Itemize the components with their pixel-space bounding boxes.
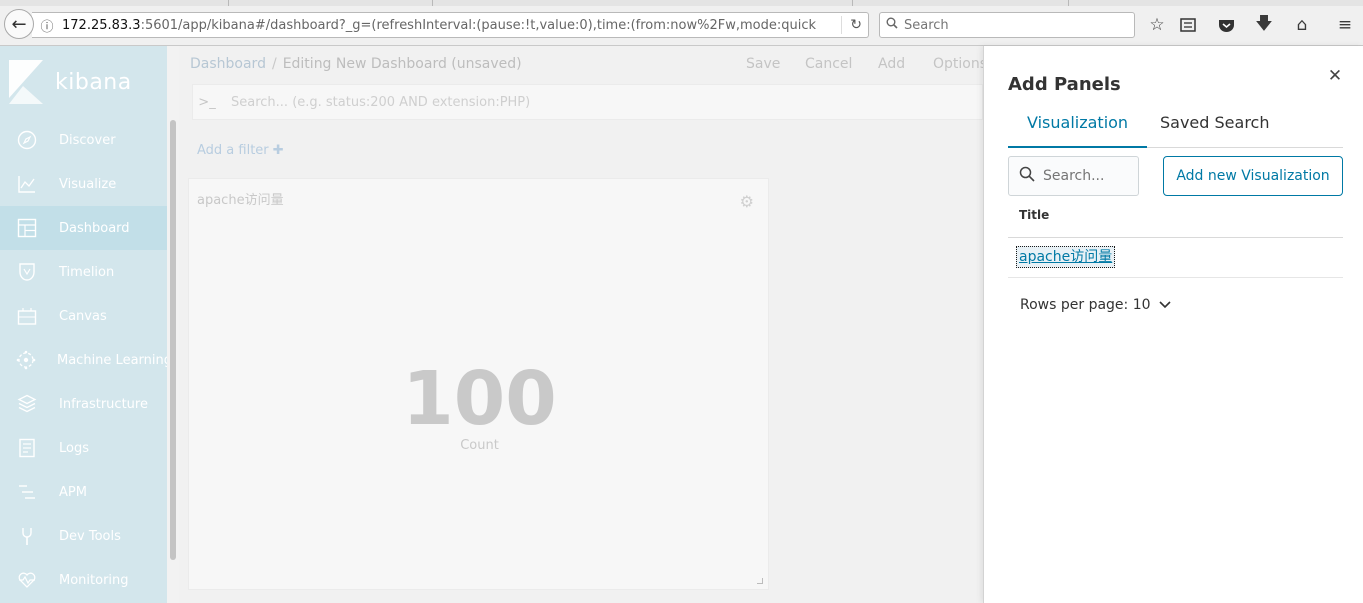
query-placeholder: Search... (e.g. status:200 AND extension…	[231, 94, 531, 110]
resize-handle[interactable]	[757, 578, 763, 584]
panel-title: apache访问量	[197, 193, 284, 208]
pocket-icon[interactable]	[1215, 14, 1237, 36]
visualization-link[interactable]: apache访问量	[1016, 246, 1116, 268]
add-new-visualization-button[interactable]: Add new Visualization	[1163, 156, 1343, 196]
sidebar-item-label: Visualize	[59, 176, 117, 192]
sidebar-item-label: Discover	[59, 132, 116, 148]
shield-icon	[16, 261, 38, 283]
table-header-title[interactable]: Title	[1008, 206, 1343, 238]
options-menu-item[interactable]: Options	[933, 56, 987, 72]
tab-saved-search[interactable]: Saved Search	[1141, 106, 1288, 148]
add-filter-label: Add a filter	[197, 143, 269, 158]
sidebar-item-label: Timelion	[59, 264, 115, 280]
sidebar-item-canvas[interactable]: Canvas	[0, 294, 167, 338]
sidebar-item-apm[interactable]: APM	[0, 470, 167, 514]
add-filter-link[interactable]: Add a filter ✚	[197, 143, 284, 158]
query-bar[interactable]: >_ Search... (e.g. status:200 AND extens…	[192, 84, 983, 120]
chevron-down-icon	[1158, 298, 1171, 312]
url-bar[interactable]: ⓘ 172.25.83.3:5601/app/kibana#/dashboard…	[32, 12, 869, 38]
sidebar-item-label: Canvas	[59, 308, 107, 324]
breadcrumb-link-dashboard[interactable]: Dashboard	[190, 56, 266, 72]
prompt-icon: >_	[198, 94, 216, 110]
rows-per-page-label: Rows per page: 10	[1020, 297, 1151, 313]
metric-value: 100	[402, 356, 557, 442]
flyout-search-input[interactable]	[1043, 168, 1133, 184]
table-row: apache访问量	[1008, 238, 1343, 278]
breadcrumb-current: Editing New Dashboard (unsaved)	[282, 56, 522, 72]
search-icon	[1019, 166, 1035, 186]
scrollbar-thumb[interactable]	[170, 120, 176, 560]
wrench-icon	[16, 525, 38, 547]
apm-icon	[16, 481, 38, 503]
sidebar-item-machine-learning[interactable]: Machine Learning	[0, 338, 172, 382]
sidebar-item-dashboard[interactable]: Dashboard	[0, 206, 167, 250]
dashboard-main: Dashboard / Editing New Dashboard (unsaved…	[179, 46, 987, 603]
compass-icon	[16, 129, 38, 151]
bookmark-star-icon[interactable]: ☆	[1146, 14, 1168, 36]
metric-label: Count	[460, 438, 499, 453]
flyout-search-box[interactable]	[1008, 156, 1139, 196]
plus-icon: ✚	[272, 143, 284, 158]
tab-edge	[1068, 0, 1069, 6]
chart-icon	[16, 173, 38, 195]
breadcrumb-separator: /	[271, 56, 277, 72]
kibana-sidebar: kibana Discover Visualize Dashboard Time…	[0, 46, 172, 603]
reading-list-icon[interactable]	[1177, 14, 1199, 36]
close-icon[interactable]: ✕	[1326, 66, 1344, 86]
sidebar-item-visualize[interactable]: Visualize	[0, 162, 167, 206]
gear-icon[interactable]: ⚙	[740, 192, 754, 211]
download-icon[interactable]: 🡇	[1253, 14, 1275, 36]
sidebar-item-label: Dashboard	[59, 220, 130, 236]
url-text[interactable]: 172.25.83.3:5601/app/kibana#/dashboard?_…	[62, 18, 822, 33]
reload-icon[interactable]: ↻	[841, 16, 862, 34]
hamburger-menu-icon[interactable]: ≡	[1334, 14, 1356, 36]
kibana-logo-icon	[9, 60, 43, 104]
tab-visualization[interactable]: Visualization	[1008, 106, 1148, 148]
sidebar-item-label: Monitoring	[59, 572, 129, 588]
tab-edge	[228, 0, 229, 6]
visualization-panel: apache访问量 ⚙ 100 Count	[188, 178, 769, 590]
sidebar-item-label: Infrastructure	[59, 396, 148, 412]
sidebar-item-label: APM	[59, 484, 87, 500]
sidebar-item-timelion[interactable]: Timelion	[0, 250, 167, 294]
add-menu-item[interactable]: Add	[878, 56, 905, 72]
sidebar-item-label: Logs	[59, 440, 89, 456]
logs-icon	[16, 437, 38, 459]
save-menu-item[interactable]: Save	[746, 56, 780, 72]
flyout-title: Add Panels	[1008, 74, 1121, 95]
sidebar-item-label: Machine Learning	[57, 352, 172, 368]
info-icon[interactable]: ⓘ	[32, 16, 62, 35]
tab-edge	[852, 0, 853, 6]
ml-icon	[16, 349, 36, 371]
search-icon	[886, 17, 898, 33]
back-arrow-icon: ←	[11, 13, 27, 35]
sidebar-item-logs[interactable]: Logs	[0, 426, 167, 470]
kibana-logo-text: kibana	[55, 69, 132, 95]
home-icon[interactable]: ⌂	[1291, 14, 1313, 36]
sidebar-scrollbar[interactable]	[167, 46, 179, 603]
heartbeat-icon	[16, 569, 38, 591]
sidebar-nav: Discover Visualize Dashboard Timelion Ca…	[0, 118, 172, 602]
canvas-icon	[16, 305, 38, 327]
dashboard-icon	[16, 217, 38, 239]
kibana-logo[interactable]: kibana	[0, 46, 167, 118]
add-panels-flyout: Add Panels ✕ Visualization Saved Search …	[983, 46, 1363, 603]
cancel-menu-item[interactable]: Cancel	[805, 56, 852, 72]
rows-per-page-selector[interactable]: Rows per page: 10	[1020, 297, 1171, 313]
tab-strip	[0, 0, 1363, 6]
browser-toolbar: ⓘ 172.25.83.3:5601/app/kibana#/dashboard…	[0, 0, 1363, 46]
sidebar-item-dev-tools[interactable]: Dev Tools	[0, 514, 167, 558]
browser-search-box[interactable]	[879, 12, 1135, 38]
sidebar-item-discover[interactable]: Discover	[0, 118, 167, 162]
tab-edge	[432, 0, 433, 6]
breadcrumb: Dashboard / Editing New Dashboard (unsaved…	[190, 56, 522, 72]
flyout-tabs: Visualization Saved Search	[1008, 106, 1343, 148]
sidebar-item-label: Dev Tools	[59, 528, 121, 544]
sidebar-item-infrastructure[interactable]: Infrastructure	[0, 382, 167, 426]
browser-search-input[interactable]	[904, 17, 1124, 33]
infrastructure-icon	[16, 393, 38, 415]
sidebar-item-monitoring[interactable]: Monitoring	[0, 558, 167, 602]
back-button[interactable]: ←	[4, 9, 34, 39]
